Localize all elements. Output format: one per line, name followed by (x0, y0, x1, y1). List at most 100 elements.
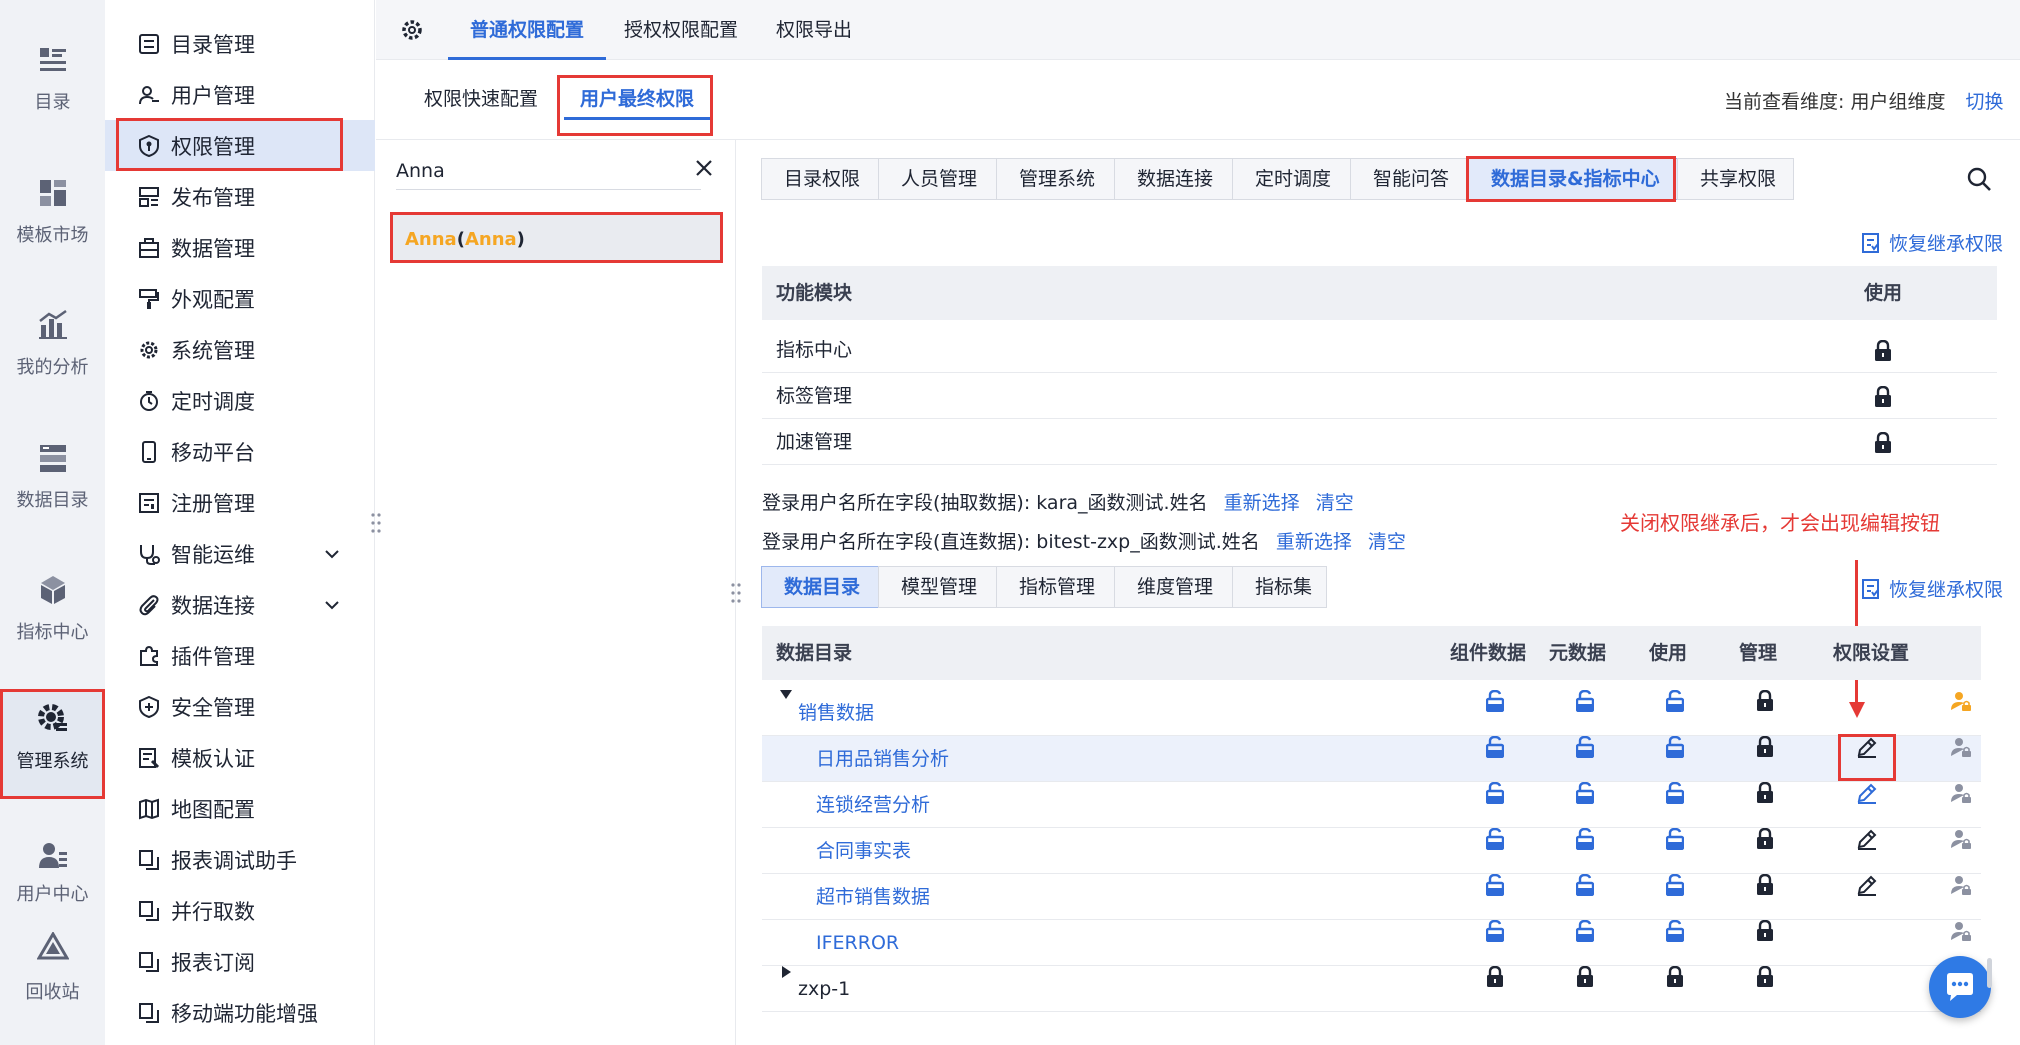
user-permission-icon[interactable] (1950, 782, 1972, 804)
catalog-item-name[interactable]: 超市销售数据 (816, 874, 930, 920)
tab-dimension-management[interactable]: 维度管理 (1114, 566, 1233, 608)
menu-item-system[interactable]: 系统管理 (105, 324, 375, 375)
menu-item-users[interactable]: 用户管理 (105, 69, 375, 120)
menu-item-security[interactable]: 安全管理 (105, 681, 375, 732)
tab-metric-set[interactable]: 指标集 (1232, 566, 1327, 608)
lock-open-icon[interactable] (1576, 920, 1594, 942)
user-permission-icon[interactable] (1950, 874, 1972, 896)
lock-open-icon[interactable] (1576, 874, 1594, 896)
table-row[interactable]: zxp-1 (762, 966, 1981, 1012)
tab-admin-system[interactable]: 管理系统 (996, 158, 1115, 200)
edit-icon[interactable] (1856, 782, 1878, 804)
tab-people-management[interactable]: 人员管理 (878, 158, 997, 200)
restore-inherit-button[interactable]: 恢复继承权限 (1861, 575, 2003, 602)
menu-item-ops[interactable]: 智能运维 (105, 528, 375, 579)
lock-closed-icon[interactable] (1874, 340, 1892, 362)
reselect-link[interactable]: 重新选择 (1276, 531, 1352, 553)
lock-open-icon[interactable] (1666, 874, 1684, 896)
catalog-item-name[interactable]: 连锁经营分析 (816, 782, 930, 828)
lock-closed-icon[interactable] (1874, 432, 1892, 454)
table-row[interactable]: 日用品销售分析 (762, 736, 1981, 782)
reselect-link[interactable]: 重新选择 (1224, 492, 1300, 514)
menu-item-schedule[interactable]: 定时调度 (105, 375, 375, 426)
caret-down-icon[interactable] (780, 690, 792, 699)
menu-item-data[interactable]: 数据管理 (105, 222, 375, 273)
menu-item-mobile-enhance[interactable]: 移动端功能增强 (105, 987, 375, 1038)
menu-item-plugins[interactable]: 插件管理 (105, 630, 375, 681)
user-permission-icon[interactable] (1950, 828, 1972, 850)
rail-item-admin-system[interactable]: 管理系统 (0, 689, 105, 799)
lock-closed-icon[interactable] (1576, 966, 1594, 988)
table-row[interactable]: 超市销售数据 (762, 874, 1981, 920)
lock-open-icon[interactable] (1486, 920, 1504, 942)
lock-closed-icon[interactable] (1666, 966, 1684, 988)
lock-open-icon[interactable] (1576, 782, 1594, 804)
catalog-item-name[interactable]: 合同事实表 (816, 828, 911, 874)
tab-model-management[interactable]: 模型管理 (878, 566, 997, 608)
user-search-input[interactable] (396, 152, 701, 190)
rail-item-template-market[interactable]: 模板市场 (0, 169, 105, 289)
lock-open-icon[interactable] (1486, 736, 1504, 758)
tab-grant-permission[interactable]: 授权权限配置 (624, 0, 738, 60)
lock-open-icon[interactable] (1666, 920, 1684, 942)
clear-link[interactable]: 清空 (1316, 492, 1354, 514)
catalog-item-name[interactable]: zxp-1 (798, 966, 850, 1012)
lock-open-icon[interactable] (1486, 690, 1504, 712)
catalog-item-name[interactable]: 日用品销售分析 (816, 736, 949, 782)
lock-closed-icon[interactable] (1874, 386, 1892, 408)
menu-item-report-debug[interactable]: 报表调试助手 (105, 834, 375, 885)
lock-open-icon[interactable] (1576, 736, 1594, 758)
lock-open-icon[interactable] (1666, 828, 1684, 850)
menu-item-publish[interactable]: 发布管理 (105, 171, 375, 222)
lock-closed-icon[interactable] (1756, 782, 1774, 804)
settings-icon[interactable] (400, 18, 424, 42)
chat-assistant-button[interactable] (1929, 956, 1991, 1018)
tab-schedule[interactable]: 定时调度 (1232, 158, 1351, 200)
lock-closed-icon[interactable] (1756, 736, 1774, 758)
chevron-down-icon[interactable] (323, 545, 341, 563)
lock-closed-icon[interactable] (1756, 874, 1774, 896)
menu-item-data-connection[interactable]: 数据连接 (105, 579, 375, 630)
rail-item-my-analysis[interactable]: 我的分析 (0, 301, 105, 421)
tab-data-catalog[interactable]: 数据目录 (761, 566, 879, 608)
rail-item-metric-center[interactable]: 指标中心 (0, 566, 105, 686)
switch-dimension-link[interactable]: 切换 (1966, 91, 2004, 113)
lock-closed-icon[interactable] (1486, 966, 1504, 988)
user-permission-icon[interactable] (1950, 690, 1972, 712)
restore-inherit-button[interactable]: 恢复继承权限 (1861, 229, 2003, 256)
lock-closed-icon[interactable] (1756, 690, 1774, 712)
tab-quick-config[interactable]: 权限快速配置 (424, 78, 538, 120)
tab-data-connection[interactable]: 数据连接 (1114, 158, 1233, 200)
table-row[interactable]: IFERROR (762, 920, 1981, 966)
lock-open-icon[interactable] (1666, 690, 1684, 712)
table-row[interactable]: 销售数据 (762, 690, 1981, 736)
user-permission-icon[interactable] (1950, 920, 1972, 942)
caret-right-icon[interactable] (782, 966, 791, 978)
menu-item-report-subscription[interactable]: 报表订阅 (105, 936, 375, 987)
rail-item-data-catalog[interactable]: 数据目录 (0, 434, 105, 554)
lock-open-icon[interactable] (1486, 782, 1504, 804)
table-row[interactable]: 合同事实表 (762, 828, 1981, 874)
catalog-item-name[interactable]: IFERROR (816, 920, 899, 966)
tab-metric-management[interactable]: 指标管理 (996, 566, 1115, 608)
lock-closed-icon[interactable] (1756, 920, 1774, 942)
lock-open-icon[interactable] (1486, 874, 1504, 896)
tab-smart-qa[interactable]: 智能问答 (1350, 158, 1469, 200)
tab-permission-export[interactable]: 权限导出 (776, 0, 852, 60)
lock-closed-icon[interactable] (1756, 966, 1774, 988)
menu-item-appearance[interactable]: 外观配置 (105, 273, 375, 324)
chevron-down-icon[interactable] (323, 596, 341, 614)
menu-item-map-config[interactable]: 地图配置 (105, 783, 375, 834)
lock-open-icon[interactable] (1576, 690, 1594, 712)
lock-open-icon[interactable] (1666, 736, 1684, 758)
tab-catalog-permission[interactable]: 目录权限 (761, 158, 879, 200)
menu-item-parallel-fetch[interactable]: 并行取数 (105, 885, 375, 936)
search-icon[interactable] (1966, 166, 1992, 192)
table-row[interactable]: 连锁经营分析 (762, 782, 1981, 828)
lock-open-icon[interactable] (1576, 828, 1594, 850)
menu-item-template-cert[interactable]: 模板认证 (105, 732, 375, 783)
tab-share-permission[interactable]: 共享权限 (1677, 158, 1794, 200)
menu-item-register[interactable]: 注册管理 (105, 477, 375, 528)
edit-icon[interactable] (1856, 828, 1878, 850)
lock-closed-icon[interactable] (1756, 828, 1774, 850)
